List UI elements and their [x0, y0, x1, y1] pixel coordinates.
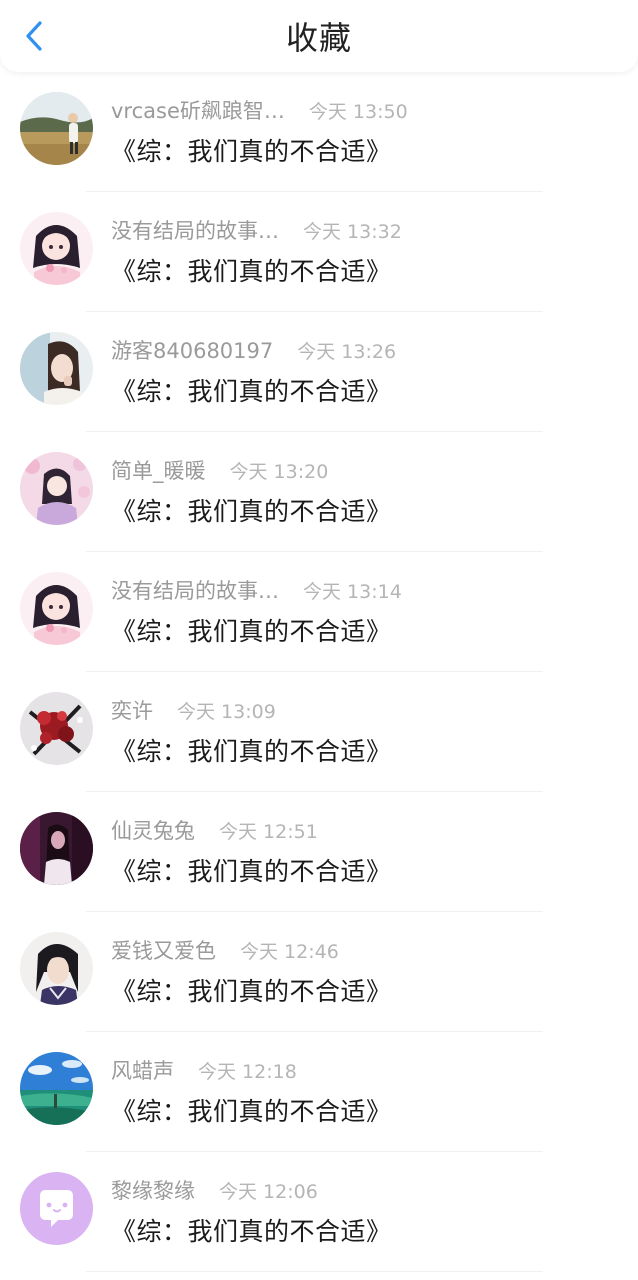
favorites-list: vrcase斫飙踉智… 今天 13:50 《综：我们真的不合适》 没有结局的故事… — [0, 72, 638, 1272]
timestamp: 今天 13:09 — [177, 700, 276, 723]
page-title: 收藏 — [285, 19, 352, 57]
anime-girl-avatar[interactable] — [20, 572, 93, 645]
timestamp: 今天 13:32 — [303, 220, 402, 243]
username[interactable]: 风蜡声 — [111, 1055, 174, 1085]
list-item[interactable]: 没有结局的故事… 今天 13:14 《综：我们真的不合适》 — [0, 552, 638, 672]
username[interactable]: 爱钱又爱色 — [111, 935, 216, 965]
book-title[interactable]: 《综：我们真的不合适》 — [111, 132, 392, 168]
username[interactable]: 仙灵兔兔 — [111, 815, 195, 845]
favorites-page: 收藏 vrcase斫飙踉智… 今天 13:50 《综：我们真的不合适》 没有结局… — [0, 0, 638, 1280]
username[interactable]: 没有结局的故事… — [111, 575, 279, 605]
username[interactable]: vrcase斫飙踉智… — [111, 95, 285, 125]
timestamp: 今天 12:06 — [219, 1180, 318, 1203]
anime-girl-avatar[interactable] — [20, 212, 93, 285]
pink-blossom-avatar[interactable] — [20, 452, 93, 525]
list-item[interactable]: 没有结局的故事… 今天 13:32 《综：我们真的不合适》 — [0, 192, 638, 312]
book-title[interactable]: 《综：我们真的不合适》 — [111, 1212, 392, 1248]
red-flowers-avatar[interactable] — [20, 692, 93, 765]
timestamp: 今天 13:20 — [229, 460, 329, 483]
list-item[interactable]: vrcase斫飙踉智… 今天 13:50 《综：我们真的不合适》 — [0, 72, 638, 192]
default-chat-avatar[interactable] — [20, 1172, 93, 1245]
landscape-person-avatar[interactable] — [20, 92, 93, 165]
list-item[interactable]: 爱钱又爱色 今天 12:46 《综：我们真的不合适》 — [0, 912, 638, 1032]
username[interactable]: 奕许 — [111, 695, 153, 725]
book-title[interactable]: 《综：我们真的不合适》 — [111, 732, 392, 768]
timestamp: 今天 13:50 — [308, 100, 408, 123]
book-title[interactable]: 《综：我们真的不合适》 — [111, 612, 392, 648]
username[interactable]: 没有结局的故事… — [111, 215, 279, 245]
sea-sky-avatar[interactable] — [20, 1052, 93, 1125]
ancient-hero-avatar[interactable] — [20, 932, 93, 1005]
book-title[interactable]: 《综：我们真的不合适》 — [111, 372, 392, 408]
book-title[interactable]: 《综：我们真的不合适》 — [111, 1092, 392, 1128]
timestamp: 今天 12:46 — [240, 940, 339, 963]
book-title[interactable]: 《综：我们真的不合适》 — [111, 492, 392, 528]
timestamp: 今天 13:14 — [303, 580, 402, 603]
girl-photo-avatar[interactable] — [20, 332, 93, 405]
divider — [86, 1271, 543, 1272]
username[interactable]: 简单_暖暖 — [111, 455, 206, 485]
book-title[interactable]: 《综：我们真的不合适》 — [111, 972, 392, 1008]
username[interactable]: 游客840680197 — [111, 335, 273, 365]
timestamp: 今天 13:26 — [297, 340, 397, 363]
book-title[interactable]: 《综：我们真的不合适》 — [111, 252, 392, 288]
list-item[interactable]: 游客840680197 今天 13:26 《综：我们真的不合适》 — [0, 312, 638, 432]
list-item[interactable]: 仙灵兔兔 今天 12:51 《综：我们真的不合适》 — [0, 792, 638, 912]
list-item[interactable]: 风蜡声 今天 12:18 《综：我们真的不合适》 — [0, 1032, 638, 1152]
list-item[interactable]: 奕许 今天 13:09 《综：我们真的不合适》 — [0, 672, 638, 792]
timestamp: 今天 12:51 — [219, 820, 318, 843]
top-bar: 收藏 — [0, 0, 638, 72]
list-item[interactable]: 简单_暖暖 今天 13:20 《综：我们真的不合适》 — [0, 432, 638, 552]
username[interactable]: 黎缘黎缘 — [111, 1175, 195, 1205]
timestamp: 今天 12:18 — [198, 1060, 297, 1083]
list-item[interactable]: 黎缘黎缘 今天 12:06 《综：我们真的不合适》 — [0, 1152, 638, 1272]
dark-purple-girl-avatar[interactable] — [20, 812, 93, 885]
book-title[interactable]: 《综：我们真的不合适》 — [111, 852, 392, 888]
